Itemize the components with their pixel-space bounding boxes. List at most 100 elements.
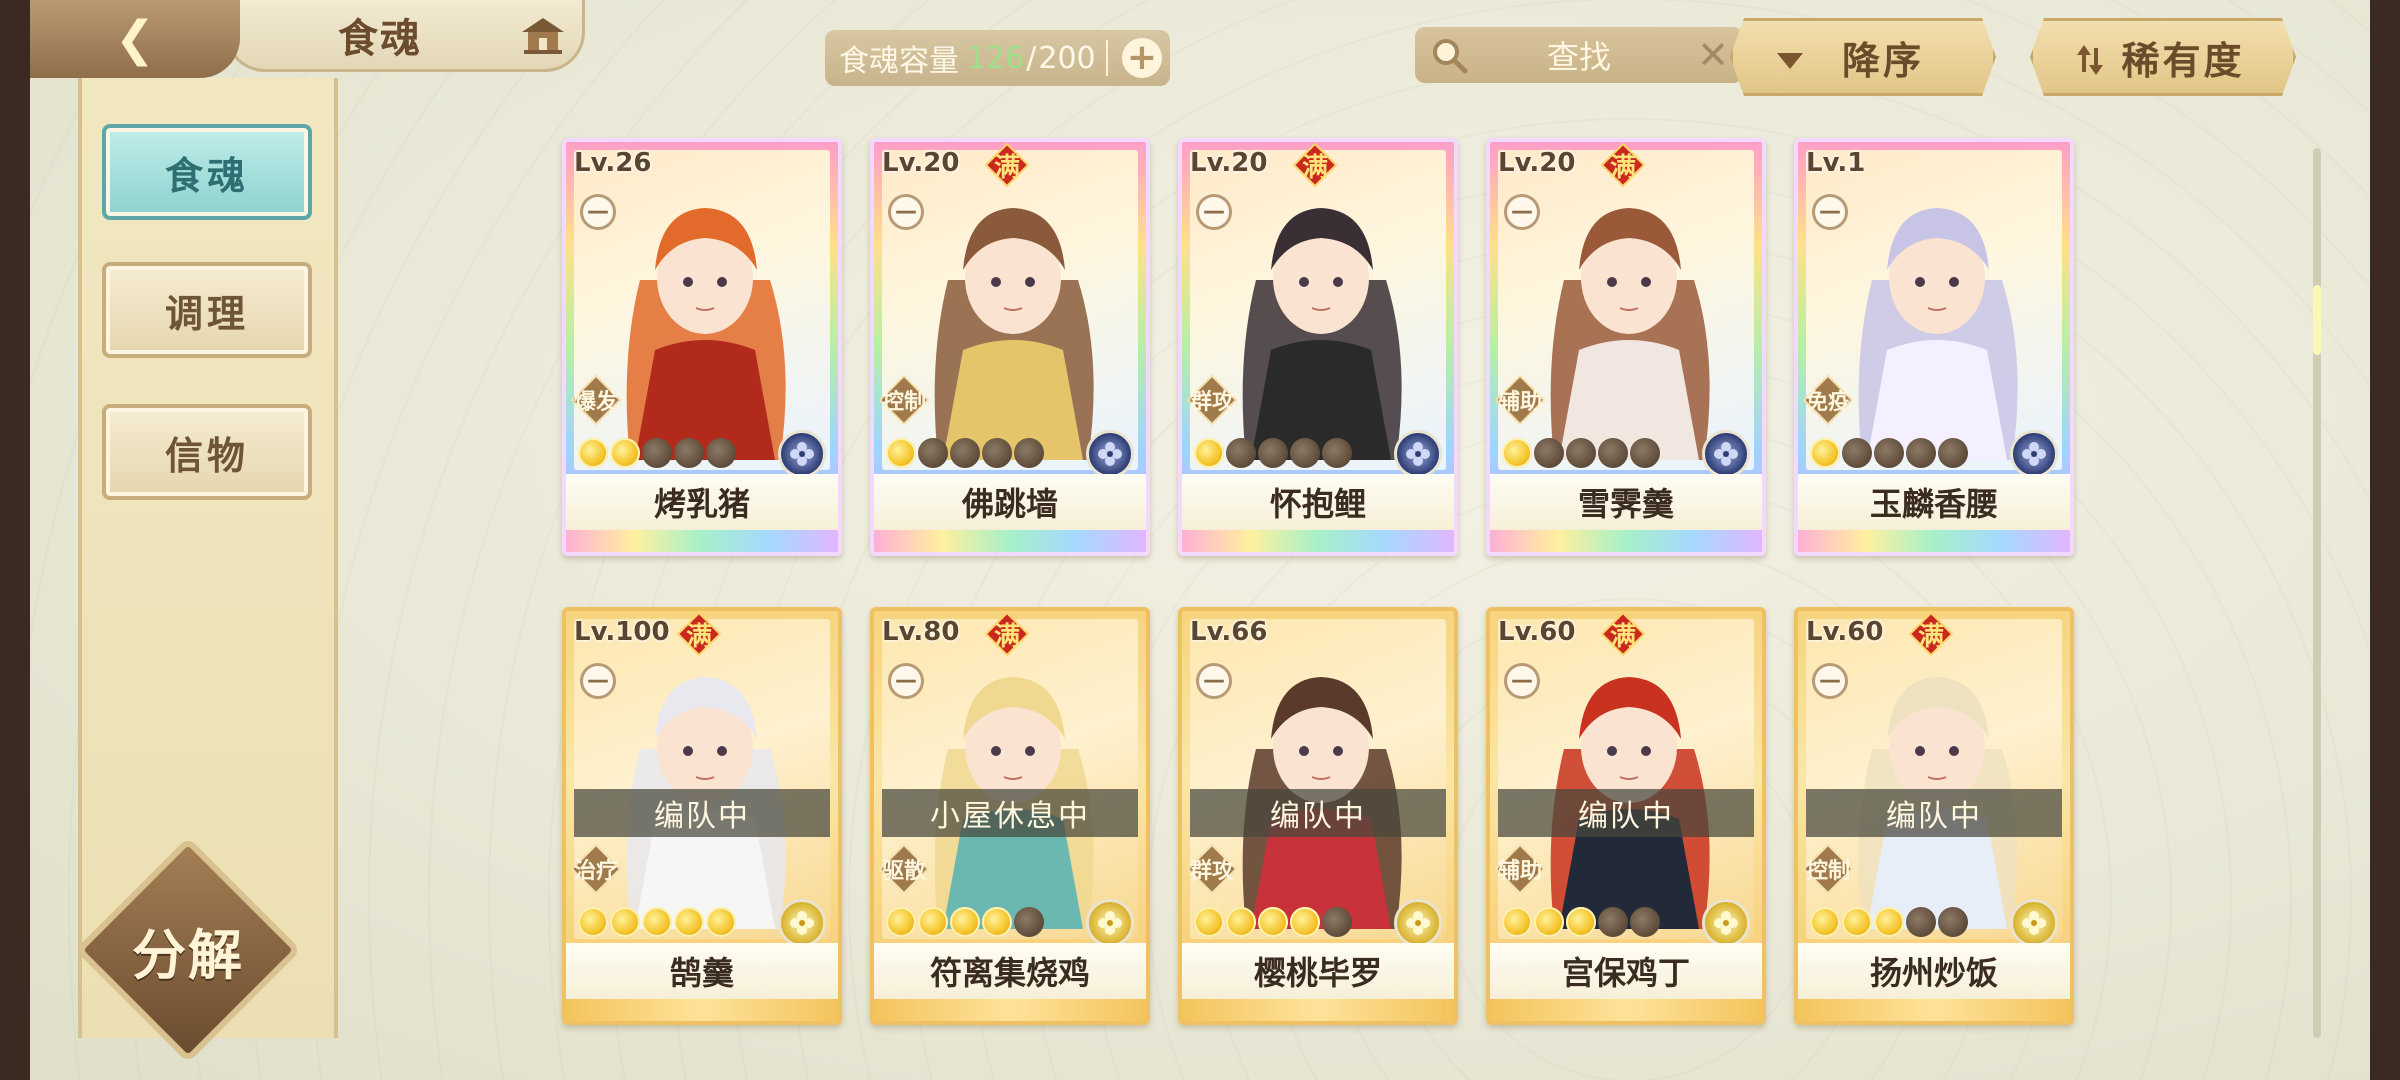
back-arrow-icon: ❮ [114, 11, 156, 67]
food-soul-name: 鹄羹 [566, 943, 838, 999]
star-icon [706, 907, 736, 937]
food-soul-card[interactable]: Lv.60 满 — 编队中 控制 扬州炒饭 [1794, 607, 2074, 1025]
scrollbar-track[interactable] [2313, 148, 2321, 1038]
sidebar-item-cooking[interactable]: 调理 [102, 262, 312, 358]
home-icon[interactable] [520, 14, 566, 56]
element-icon [2010, 430, 2058, 478]
role-badge: 治疗 [570, 843, 622, 895]
level-label: Lv.66 [1190, 617, 1268, 647]
level-label: Lv.60 [1498, 617, 1576, 647]
search-input[interactable]: 查找 ✕ [1415, 27, 1743, 83]
star-icon [1258, 907, 1288, 937]
card-frame-footer [874, 999, 1146, 1021]
star-icon [1810, 907, 1840, 937]
sidebar-item-label: 调理 [164, 291, 249, 336]
star-icon [1630, 907, 1660, 937]
remove-icon[interactable]: — [1504, 194, 1540, 230]
card-frame-footer [1798, 530, 2070, 552]
character-portrait [1858, 208, 2018, 460]
food-soul-card[interactable]: Lv.100 满 — 编队中 治疗 鹄羹 [562, 607, 842, 1025]
food-soul-card[interactable]: Lv.20 满 — 控制 佛跳墙 [870, 138, 1150, 556]
star-icon [950, 907, 980, 937]
food-soul-name: 佛跳墙 [874, 474, 1146, 530]
sidebar-item-tokens[interactable]: 信物 [102, 404, 312, 500]
star-icon [1598, 907, 1628, 937]
element-icon [1086, 899, 1134, 947]
card-frame-footer [1182, 999, 1454, 1021]
element-icon [1394, 430, 1442, 478]
remove-icon[interactable]: — [888, 194, 924, 230]
descending-icon [1775, 45, 1805, 75]
status-banner: 编队中 [1806, 789, 2062, 837]
element-icon [1702, 899, 1750, 947]
star-icon [1322, 907, 1352, 937]
star-icon [886, 907, 916, 937]
card-frame-footer [1798, 999, 2070, 1021]
star-icon [1630, 438, 1660, 468]
star-icon [1566, 907, 1596, 937]
card-frame-footer [1490, 999, 1762, 1021]
food-soul-card[interactable]: Lv.60 满 — 编队中 辅助 宫保鸡丁 [1486, 607, 1766, 1025]
max-badge: 满 [984, 611, 1030, 657]
sort-field-button[interactable]: 稀有度 [2030, 18, 2296, 96]
page-title: 食魂 [338, 15, 422, 62]
star-icon [1598, 438, 1628, 468]
remove-icon[interactable]: — [1196, 194, 1232, 230]
food-soul-card[interactable]: Lv.26 — 爆发 烤乳猪 [562, 138, 842, 556]
character-portrait [626, 677, 786, 929]
element-icon [778, 899, 826, 947]
food-soul-name: 宫保鸡丁 [1490, 943, 1762, 999]
remove-icon[interactable]: — [1504, 663, 1540, 699]
remove-icon[interactable]: — [580, 194, 616, 230]
game-screen: 食魂 ❮ 食魂 调理 信物 分解 食魂容量 126 / 200 + 查找 ✕ 降… [30, 0, 2370, 1080]
add-capacity-button[interactable]: + [1122, 38, 1162, 78]
star-icon [1194, 907, 1224, 937]
star-rating [1194, 438, 1352, 468]
max-badge: 满 [984, 142, 1030, 188]
remove-icon[interactable]: — [1812, 194, 1848, 230]
food-soul-name: 玉麟香腰 [1798, 474, 2070, 530]
remove-icon[interactable]: — [888, 663, 924, 699]
star-icon [1226, 438, 1256, 468]
star-icon [1322, 438, 1352, 468]
character-portrait [934, 677, 1094, 929]
star-icon [950, 438, 980, 468]
level-label: Lv.1 [1806, 148, 1866, 178]
remove-icon[interactable]: — [580, 663, 616, 699]
max-badge: 满 [1600, 611, 1646, 657]
food-soul-card[interactable]: Lv.20 满 — 群攻 怀抱鲤 [1178, 138, 1458, 556]
role-badge: 爆发 [570, 374, 622, 426]
status-banner: 编队中 [574, 789, 830, 837]
search-icon [1433, 39, 1468, 74]
star-icon [918, 438, 948, 468]
capacity-label: 食魂容量 [839, 44, 959, 79]
card-frame-footer [566, 999, 838, 1021]
food-soul-card[interactable]: Lv.66 — 编队中 群攻 樱桃毕罗 [1178, 607, 1458, 1025]
max-badge: 满 [676, 611, 722, 657]
clear-search-icon[interactable]: ✕ [1697, 33, 1729, 77]
star-icon [674, 907, 704, 937]
decompose-label[interactable]: 分解 [108, 900, 268, 1000]
food-soul-name: 雪霁羹 [1490, 474, 1762, 530]
back-button[interactable]: ❮ [30, 0, 240, 78]
food-soul-card[interactable]: Lv.80 满 — 小屋休息中 驱散 符离集烧鸡 [870, 607, 1150, 1025]
food-soul-card[interactable]: Lv.1 — 免疫 玉麟香腰 [1794, 138, 2074, 556]
food-soul-card[interactable]: Lv.20 满 — 辅助 雪霁羹 [1486, 138, 1766, 556]
star-icon [1502, 438, 1532, 468]
sidebar-item-food-souls[interactable]: 食魂 [102, 124, 312, 220]
sort-order-button[interactable]: 降序 [1730, 18, 1996, 96]
level-label: Lv.60 [1806, 617, 1884, 647]
star-icon [1842, 907, 1872, 937]
sidebar-item-label: 食魂 [164, 153, 249, 198]
remove-icon[interactable]: — [1812, 663, 1848, 699]
divider [1106, 40, 1108, 76]
role-badge: 控制 [878, 374, 930, 426]
capacity-display: 食魂容量 126 / 200 + [825, 30, 1170, 86]
scrollbar-thumb[interactable] [2313, 285, 2321, 355]
role-badge: 控制 [1802, 843, 1854, 895]
element-icon [1702, 430, 1750, 478]
star-icon [1226, 907, 1256, 937]
sort-toggle-icon [2075, 45, 2105, 75]
star-icon [1290, 907, 1320, 937]
remove-icon[interactable]: — [1196, 663, 1232, 699]
